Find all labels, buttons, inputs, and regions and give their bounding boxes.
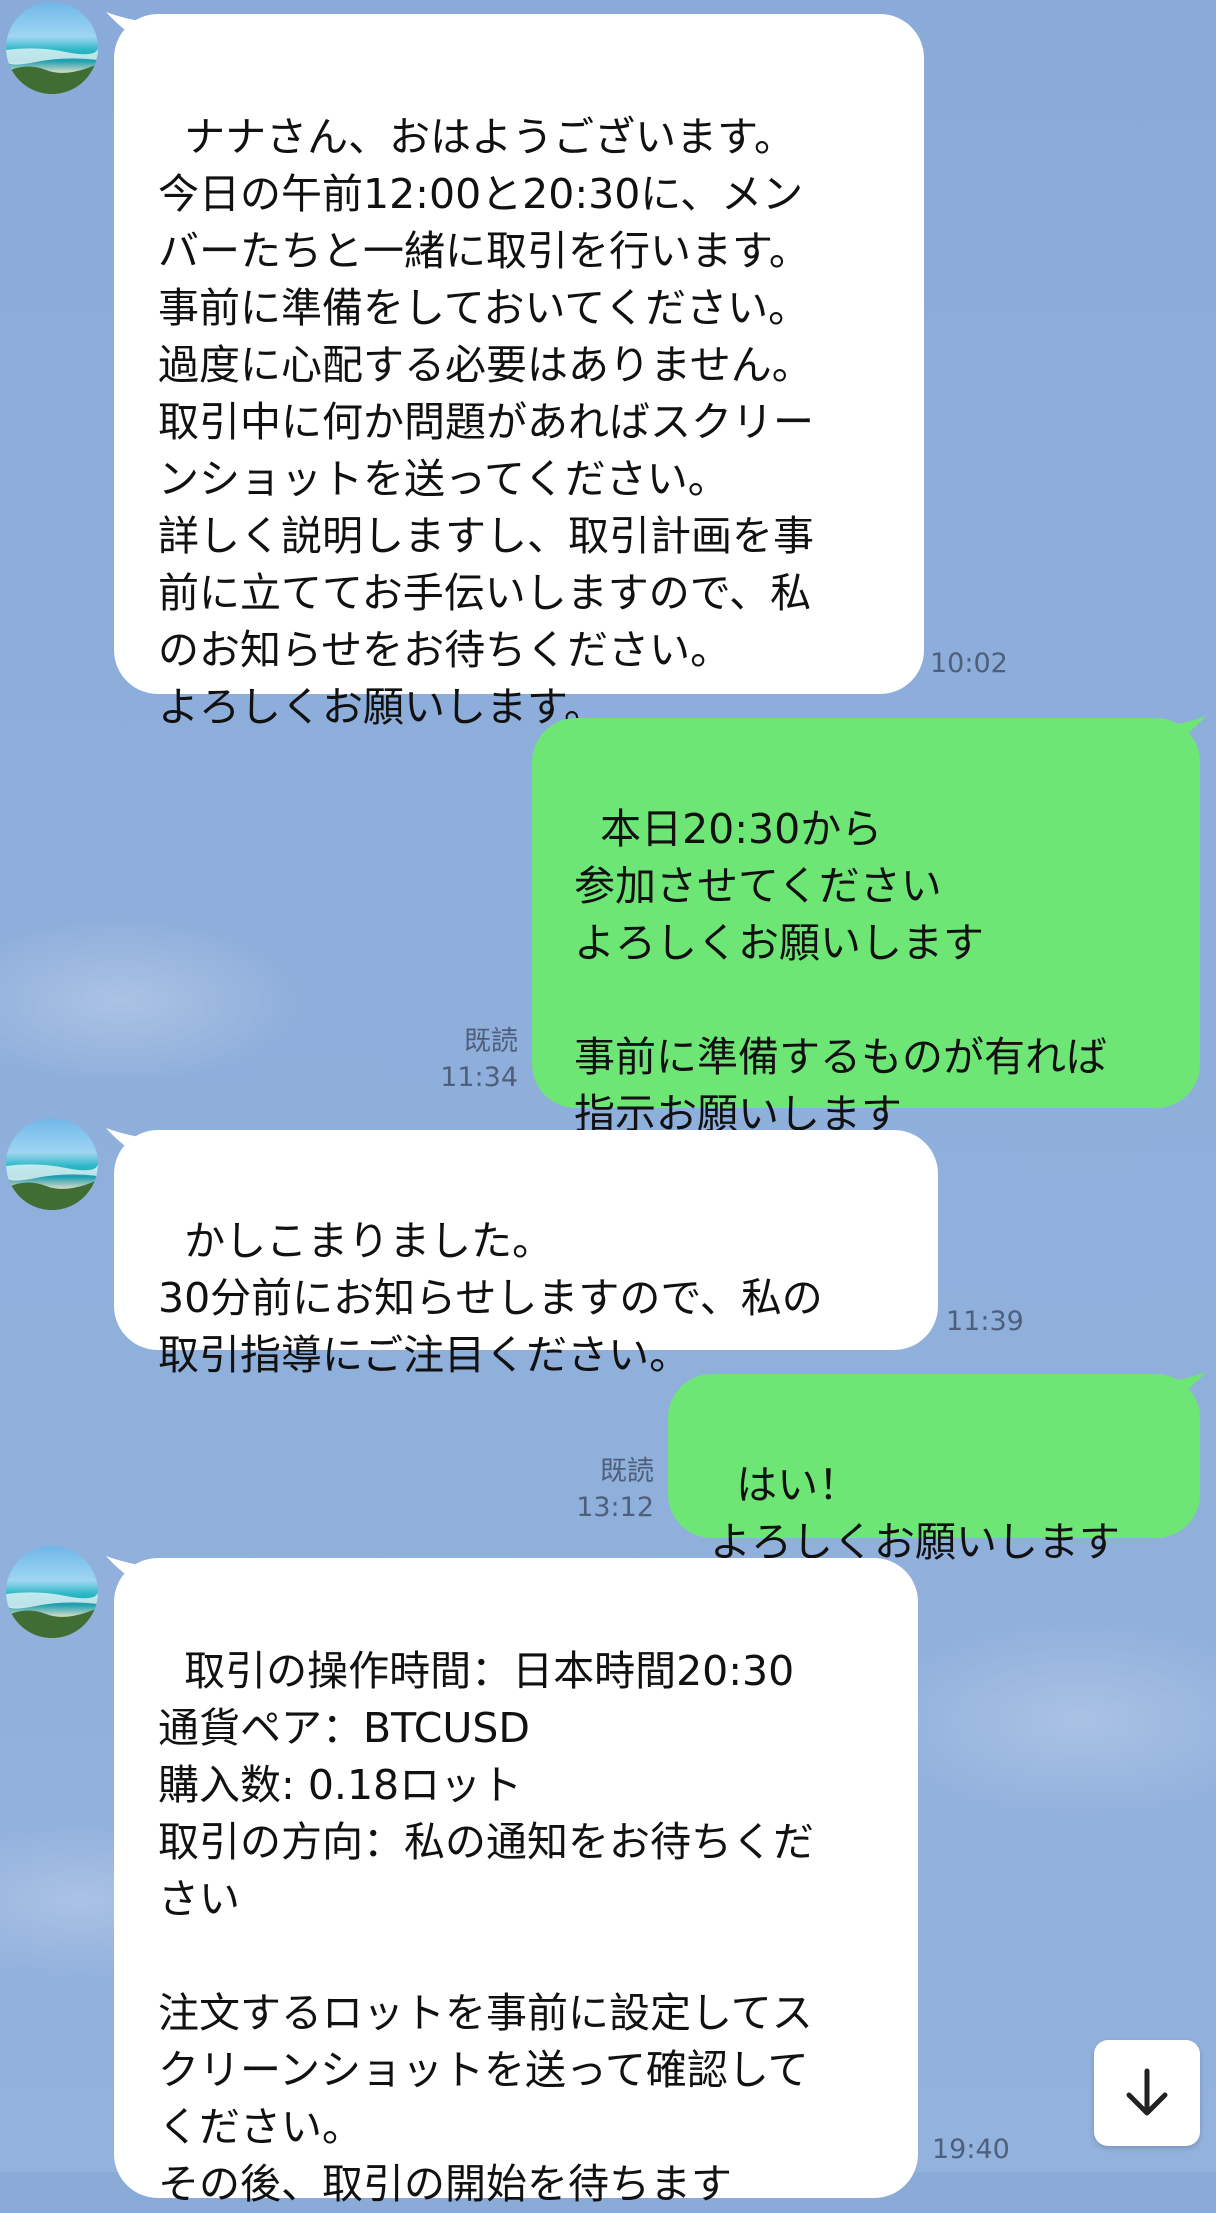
read-receipt: 既読 — [464, 1026, 518, 1057]
beach-avatar-icon — [6, 1592, 98, 1638]
message-bubble-outgoing[interactable]: 本日20:30から 参加させてください よろしくお願いします 事前に準備するもの… — [532, 718, 1200, 1138]
time-label: 19:40 — [932, 2134, 1010, 2165]
message-time: 19:40 — [932, 2132, 1022, 2168]
message-bubble-incoming[interactable]: かしこまりました。 30分前にお知らせしますので、私の 取引指導にご注目ください… — [114, 1130, 938, 1379]
time-label: 11:39 — [946, 1306, 1024, 1337]
message-time: 10:02 — [930, 646, 1020, 682]
message-time: 11:39 — [946, 1304, 1036, 1340]
contact-avatar[interactable] — [6, 2, 98, 94]
message-text: ナナさん、おはようございます。 今日の午前12:00と20:30に、メン バーた… — [158, 113, 814, 731]
message-text: 取引の操作時間：日本時間20:30 通貨ペア：BTCUSD 購入数: 0.18ロ… — [158, 1647, 814, 2208]
arrow-down-icon — [1126, 2068, 1168, 2116]
beach-avatar-icon — [6, 1164, 98, 1210]
message-bubble-incoming[interactable]: ナナさん、おはようございます。 今日の午前12:00と20:30に、メン バーた… — [114, 14, 924, 731]
message-meta: 既読 13:12 — [540, 1454, 654, 1526]
message-bubble-incoming[interactable]: 取引の操作時間：日本時間20:30 通貨ペア：BTCUSD 購入数: 0.18ロ… — [114, 1558, 918, 2208]
time-label: 10:02 — [930, 648, 1008, 679]
read-receipt: 既読 — [600, 1456, 654, 1487]
message-bubble-outgoing[interactable]: はい！ よろしくお願いします — [668, 1374, 1200, 1566]
beach-avatar-icon — [6, 48, 98, 94]
scroll-to-bottom-button[interactable] — [1094, 2040, 1200, 2146]
message-text: 本日20:30から 参加させてください よろしくお願いします 事前に準備するもの… — [574, 805, 1107, 1138]
contact-avatar[interactable] — [6, 1118, 98, 1210]
message-text: はい！ よろしくお願いします — [710, 1461, 1120, 1566]
time-label: 11:34 — [440, 1062, 518, 1093]
contact-avatar[interactable] — [6, 1546, 98, 1638]
message-meta: 既読 11:34 — [400, 1024, 518, 1096]
time-label: 13:12 — [576, 1492, 654, 1523]
